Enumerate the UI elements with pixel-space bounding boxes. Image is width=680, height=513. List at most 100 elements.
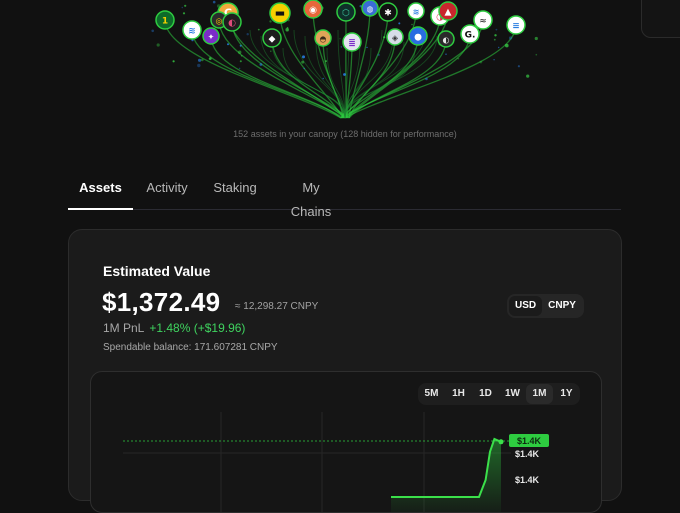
token-icon-21[interactable]: G.: [460, 24, 480, 44]
canopy-particle: [197, 63, 201, 68]
canopy-particle: [238, 67, 241, 70]
canopy-particle: [366, 46, 368, 49]
svg-text:≋: ≋: [413, 8, 420, 17]
token-icon-11[interactable]: ✱: [378, 2, 398, 22]
token-icon-15[interactable]: ◈: [386, 28, 404, 46]
canopy-particle: [425, 77, 428, 81]
estimated-value-cnpy: ≈ 12,298.27 CNPY: [235, 301, 319, 312]
canopy-particle: [184, 4, 187, 7]
value-chart-card: 5M 1H 1D 1W 1M 1Y $1.4K $1.4K $1.4K: [90, 371, 602, 513]
token-icon-17[interactable]: ≋: [407, 2, 425, 20]
canopy-particle: [259, 63, 263, 66]
svg-text:◈: ◈: [392, 34, 399, 43]
canopy-particle: [181, 6, 184, 9]
canopy-particle: [201, 58, 204, 62]
token-icon-1[interactable]: 1: [155, 10, 175, 30]
chart-area-fill: [391, 439, 501, 512]
canopy-particle: [198, 58, 202, 62]
svg-text:≡: ≡: [512, 22, 520, 32]
token-icon-13[interactable]: ◆: [262, 28, 282, 48]
token-icon-7[interactable]: ▬: [269, 2, 291, 24]
currency-usd-button[interactable]: USD: [509, 296, 543, 316]
canopy-token-icons: 1≋C◎ ◐✦▬ ◉ ⬡ ◍ ✱◓◆ ≣◈ ●≋◑ ▲◐ G.≈ ≡: [155, 0, 526, 52]
token-icon-23[interactable]: ≡: [506, 15, 526, 35]
estimated-value-card: Estimated Value $1,372.49 ≈ 12,298.27 CN…: [68, 229, 622, 513]
token-icon-16[interactable]: ●: [408, 26, 428, 46]
canopy-caption: 152 assets in your canopy (128 hidden fo…: [233, 129, 457, 139]
svg-text:●: ●: [414, 33, 422, 43]
pnl-label: 1M PnL: [103, 321, 145, 335]
svg-text:≈: ≈: [479, 17, 487, 27]
canopy-particle: [493, 59, 495, 61]
canopy-particle: [377, 53, 380, 57]
canopy-particle: [457, 57, 460, 60]
svg-text:▲: ▲: [445, 8, 452, 18]
canopy-particle: [495, 28, 498, 31]
svg-text:◎: ◎: [216, 17, 223, 26]
svg-text:✱: ✱: [384, 9, 392, 19]
currency-cnpy-button[interactable]: CNPY: [542, 296, 582, 316]
canopy-particle: [240, 55, 243, 57]
canopy-particle: [493, 38, 496, 41]
canopy-particle: [526, 74, 530, 78]
canopy-particle: [494, 34, 497, 37]
tab-activity[interactable]: Activity: [144, 176, 190, 208]
spendable-balance: Spendable balance: 171.607281 CNPY: [103, 342, 278, 353]
tab-my-chains[interactable]: My Chains: [281, 176, 341, 219]
asset-canopy: 1≋C◎ ◐✦▬ ◉ ⬡ ◍ ✱◓◆ ≣◈ ●≋◑ ▲◐ G.≈ ≡: [151, 0, 538, 119]
canopy-particle: [398, 22, 401, 25]
portfolio-tabs: Assets Activity Staking My Chains: [68, 176, 621, 219]
token-icon-14[interactable]: ≣: [342, 32, 362, 52]
svg-text:✦: ✦: [208, 33, 215, 42]
token-icon-12[interactable]: ◓: [314, 29, 332, 47]
svg-text:◉: ◉: [309, 6, 317, 16]
canopy-particle: [383, 36, 386, 39]
y-tick-label: $1.4K: [515, 449, 540, 459]
canopy-particle: [498, 46, 500, 49]
svg-text:≋: ≋: [188, 27, 196, 37]
canopy-particle: [239, 44, 242, 47]
canopy-particle: [343, 73, 346, 76]
tab-staking[interactable]: Staking: [213, 176, 257, 208]
svg-text:⬡: ⬡: [342, 9, 350, 19]
svg-text:◓: ◓: [320, 35, 327, 44]
canopy-particle: [340, 46, 342, 48]
token-icon-2[interactable]: ≋: [182, 20, 202, 40]
canopy-particle: [239, 60, 242, 63]
estimated-value-title: Estimated Value: [103, 263, 211, 279]
canopy-particle: [227, 43, 229, 46]
svg-text:1: 1: [162, 17, 168, 27]
canopy-particle: [339, 38, 341, 40]
token-icon-6[interactable]: ✦: [202, 27, 220, 45]
canopy-particle: [182, 12, 186, 15]
canopy-particle: [156, 43, 160, 47]
svg-text:◐: ◐: [443, 36, 450, 45]
token-icon-10[interactable]: ◍: [361, 0, 379, 17]
canopy-particle: [172, 60, 175, 63]
canopy-particle: [270, 50, 272, 52]
token-icon-5[interactable]: ◐: [222, 12, 242, 32]
canopy-particle: [479, 60, 483, 64]
pnl-value: +1.48% (+$19.96): [149, 321, 246, 335]
token-icon-20[interactable]: ◐: [437, 30, 455, 48]
svg-text:G.: G.: [465, 31, 476, 41]
token-icon-9[interactable]: ⬡: [336, 2, 356, 22]
svg-text:◆: ◆: [269, 35, 276, 45]
canopy-particle: [534, 36, 538, 41]
top-right-card[interactable]: [641, 0, 680, 38]
canopy-particle: [445, 53, 447, 55]
canopy-particle: [303, 67, 306, 70]
canopy-particle: [238, 50, 242, 54]
canopy-particle: [535, 53, 538, 56]
canopy-particle: [301, 60, 305, 64]
estimated-value-amount: $1,372.49: [102, 287, 221, 317]
currency-toggle: USD CNPY: [507, 294, 584, 318]
canopy-particle: [208, 57, 212, 60]
token-icon-22[interactable]: ≈: [473, 10, 493, 30]
canopy-particle: [302, 55, 305, 59]
current-value-label: $1.4K: [517, 436, 542, 446]
tab-assets[interactable]: Assets: [68, 176, 133, 210]
token-icon-8[interactable]: ◉: [303, 0, 323, 19]
token-icon-19[interactable]: ▲: [438, 1, 458, 21]
svg-text:≣: ≣: [348, 39, 356, 49]
